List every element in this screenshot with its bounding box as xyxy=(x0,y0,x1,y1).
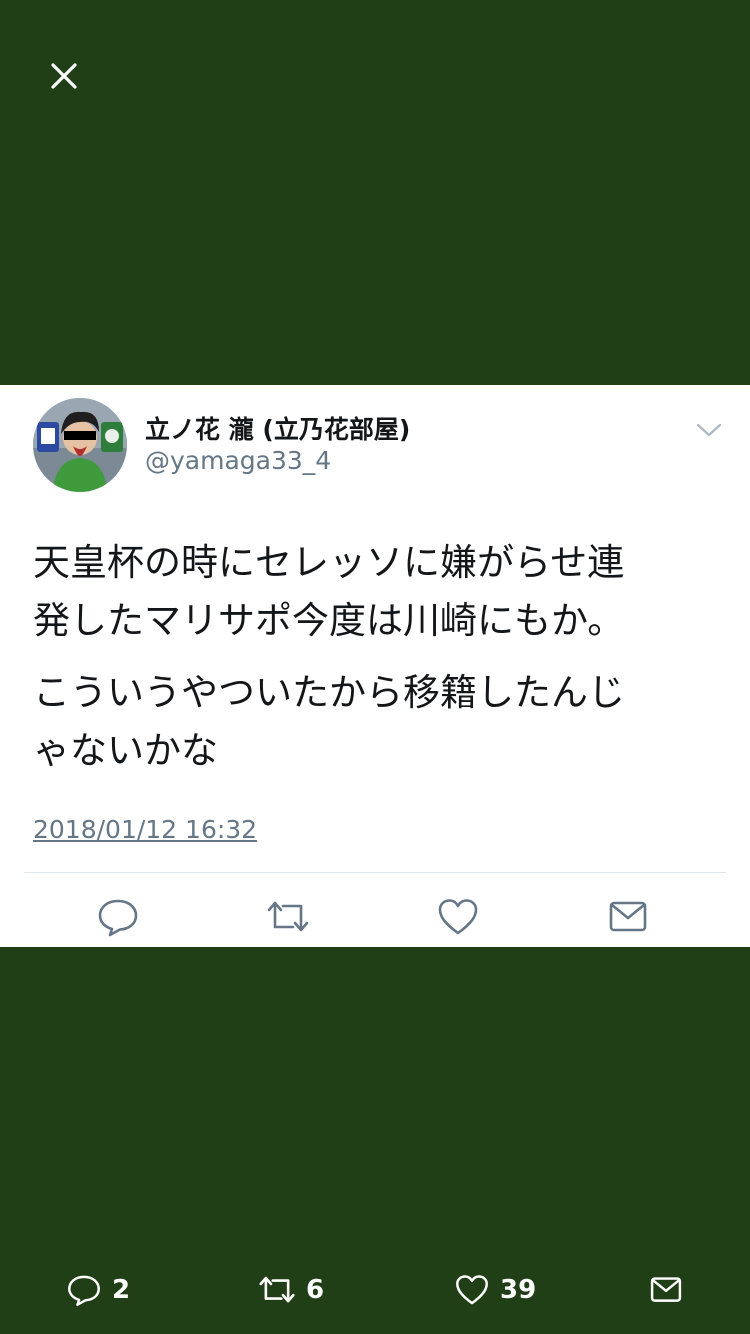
retweet-button[interactable] xyxy=(266,896,310,938)
reply-icon xyxy=(98,899,138,937)
tweet-paragraph: こういうやついたから移籍したんじ ゃないかな xyxy=(33,671,625,772)
tweet-paragraph: 天皇杯の時にセレッソに嫌がらせ連 発したマリサポ今度は川崎にもか。 xyxy=(33,541,625,642)
like-count: 39 xyxy=(500,1275,537,1305)
tweet-timestamp[interactable]: 2018/01/12 16:32 xyxy=(33,815,257,844)
mail-icon xyxy=(650,1277,682,1302)
bottom-retweet-button[interactable]: 6 xyxy=(258,1270,324,1310)
bottom-reply-button[interactable]: 2 xyxy=(66,1270,130,1310)
bottom-message-button[interactable] xyxy=(648,1270,684,1310)
reply-button[interactable] xyxy=(96,896,140,938)
like-button[interactable] xyxy=(436,896,480,938)
user-handle[interactable]: @yamaga33_4 xyxy=(145,446,331,475)
tweet-menu-button[interactable] xyxy=(694,418,724,442)
heart-icon xyxy=(438,899,478,935)
reply-icon xyxy=(68,1275,100,1306)
retweet-icon xyxy=(267,901,309,932)
close-button[interactable] xyxy=(44,56,84,96)
mail-icon xyxy=(609,901,647,932)
retweet-icon xyxy=(259,1276,295,1303)
close-icon xyxy=(51,63,77,89)
display-name[interactable]: 立ノ花 瀧 (立乃花部屋) xyxy=(145,410,410,446)
divider xyxy=(24,872,726,873)
chevron-down-icon xyxy=(696,423,722,437)
heart-icon xyxy=(456,1275,488,1305)
message-button[interactable] xyxy=(606,896,650,938)
retweet-count: 6 xyxy=(306,1275,325,1305)
user-avatar[interactable] xyxy=(33,398,127,492)
bottom-like-button[interactable]: 39 xyxy=(454,1270,536,1310)
tweet-text: 天皇杯の時にセレッソに嫌がらせ連 発したマリサポ今度は川崎にもか。 こういうやつ… xyxy=(33,534,723,794)
reply-count: 2 xyxy=(112,1275,131,1305)
